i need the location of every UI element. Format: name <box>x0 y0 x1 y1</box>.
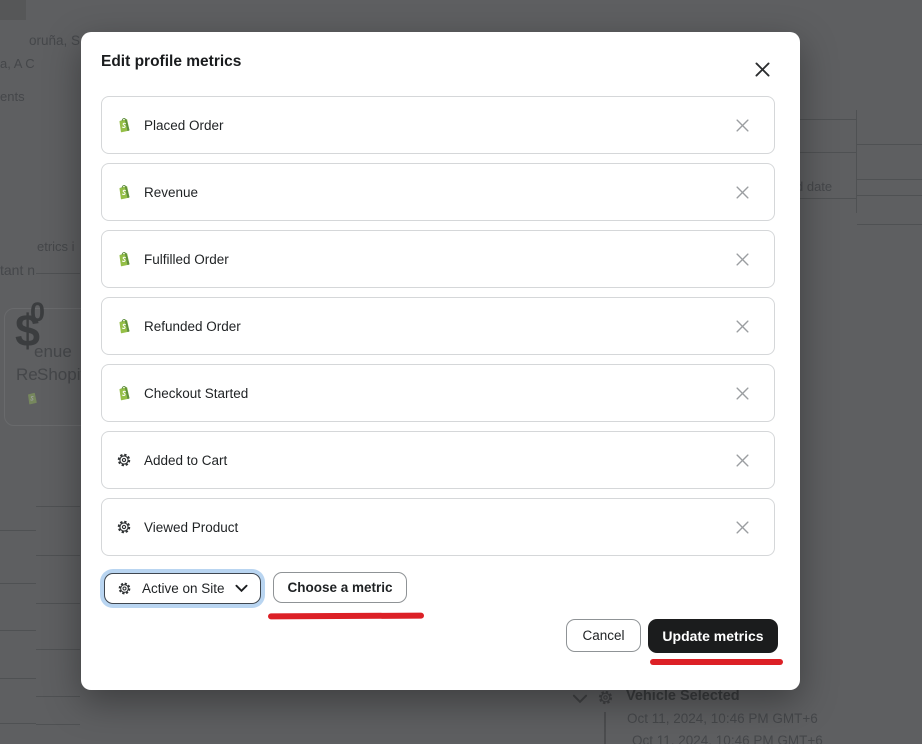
bg-event-timestamp: Oct 11, 2024, 10:46 PM GMT+6 <box>627 711 818 726</box>
divider-line <box>36 724 80 725</box>
red-annotation-underline-choose <box>268 613 424 619</box>
metric-row: Revenue <box>101 163 775 221</box>
metric-label: Placed Order <box>144 118 224 133</box>
divider-line <box>36 506 80 507</box>
divider-line <box>0 678 36 679</box>
bg-event-timestamp-2: Oct 11, 2024, 10:46 PM GMT+6 <box>632 733 823 744</box>
shopify-icon <box>25 391 39 410</box>
close-icon <box>735 185 750 200</box>
divider-line <box>0 530 36 531</box>
bg-text-segments: ents <box>0 89 25 104</box>
metric-row: Fulfilled Order <box>101 230 775 288</box>
choose-a-metric-button[interactable]: Choose a metric <box>273 572 407 603</box>
metric-label: Added to Cart <box>144 453 227 468</box>
timeline-connector <box>604 712 606 744</box>
bg-text-metrics: etrics i <box>37 239 75 254</box>
remove-metric-button[interactable] <box>730 247 754 271</box>
metric-row: Checkout Started <box>101 364 775 422</box>
shopify-icon <box>116 184 132 200</box>
metric-label: Checkout Started <box>144 386 248 401</box>
divider-line <box>800 198 856 199</box>
divider-line <box>800 152 856 153</box>
metric-row: Placed Order <box>101 96 775 154</box>
edit-profile-metrics-dialog: Edit profile metrics Plac <box>81 32 800 690</box>
cancel-button[interactable]: Cancel <box>566 619 641 652</box>
chevron-down-icon <box>572 691 588 709</box>
divider-line <box>36 649 80 650</box>
remove-metric-button[interactable] <box>730 381 754 405</box>
divider-line <box>857 179 922 180</box>
remove-metric-button[interactable] <box>730 113 754 137</box>
nav-corner <box>0 0 26 20</box>
close-icon <box>735 252 750 267</box>
divider-line <box>36 603 80 604</box>
dropdown-selected-value: Active on Site <box>142 581 225 596</box>
gear-icon <box>117 581 132 596</box>
close-icon <box>735 319 750 334</box>
close-icon <box>735 453 750 468</box>
divider-line <box>0 630 36 631</box>
bg-field-label-end-date: d date <box>796 179 832 194</box>
gear-icon <box>116 452 132 468</box>
close-icon <box>735 386 750 401</box>
bg-text-location-2: a, A C <box>0 56 35 71</box>
metric-label: Fulfilled Order <box>144 252 229 267</box>
divider-line <box>36 273 80 274</box>
divider-line <box>857 144 922 145</box>
bg-card-title-tail: enue <box>34 342 72 362</box>
metric-label: Refunded Order <box>144 319 241 334</box>
bg-text-important: tant n <box>0 262 35 278</box>
gear-icon <box>597 689 614 711</box>
shopify-icon <box>116 385 132 401</box>
metric-row: Viewed Product <box>101 498 775 556</box>
bg-event-title: Vehicle Selected <box>626 688 740 704</box>
divider-line <box>36 555 80 556</box>
remove-metric-button[interactable] <box>730 314 754 338</box>
shopify-icon <box>116 117 132 133</box>
remove-metric-button[interactable] <box>730 180 754 204</box>
divider-line <box>800 119 856 120</box>
remove-metric-button[interactable] <box>730 515 754 539</box>
close-icon <box>735 520 750 535</box>
update-metrics-button[interactable]: Update metrics <box>648 619 778 653</box>
divider-line <box>36 696 80 697</box>
metric-label: Revenue <box>144 185 198 200</box>
chevron-down-icon <box>235 584 248 593</box>
modal-scrim: oruña, S a, A C ents etrics i tant n 0 $… <box>0 0 922 744</box>
shopify-icon <box>116 318 132 334</box>
shopify-icon <box>116 251 132 267</box>
bg-card-sub-1: Re <box>16 365 38 385</box>
metric-label: Viewed Product <box>144 520 238 535</box>
bg-text-location: oruña, S <box>29 33 80 48</box>
divider-line <box>857 224 922 225</box>
remove-metric-button[interactable] <box>730 448 754 472</box>
metric-type-dropdown[interactable]: Active on Site <box>104 573 261 604</box>
divider-line <box>0 583 36 584</box>
divider-line <box>857 195 922 196</box>
red-annotation-underline-update <box>650 659 783 665</box>
divider-line <box>856 110 857 213</box>
metric-row: Refunded Order <box>101 297 775 355</box>
metric-row: Added to Cart <box>101 431 775 489</box>
gear-icon <box>116 519 132 535</box>
divider-line <box>0 723 36 724</box>
close-icon <box>735 118 750 133</box>
